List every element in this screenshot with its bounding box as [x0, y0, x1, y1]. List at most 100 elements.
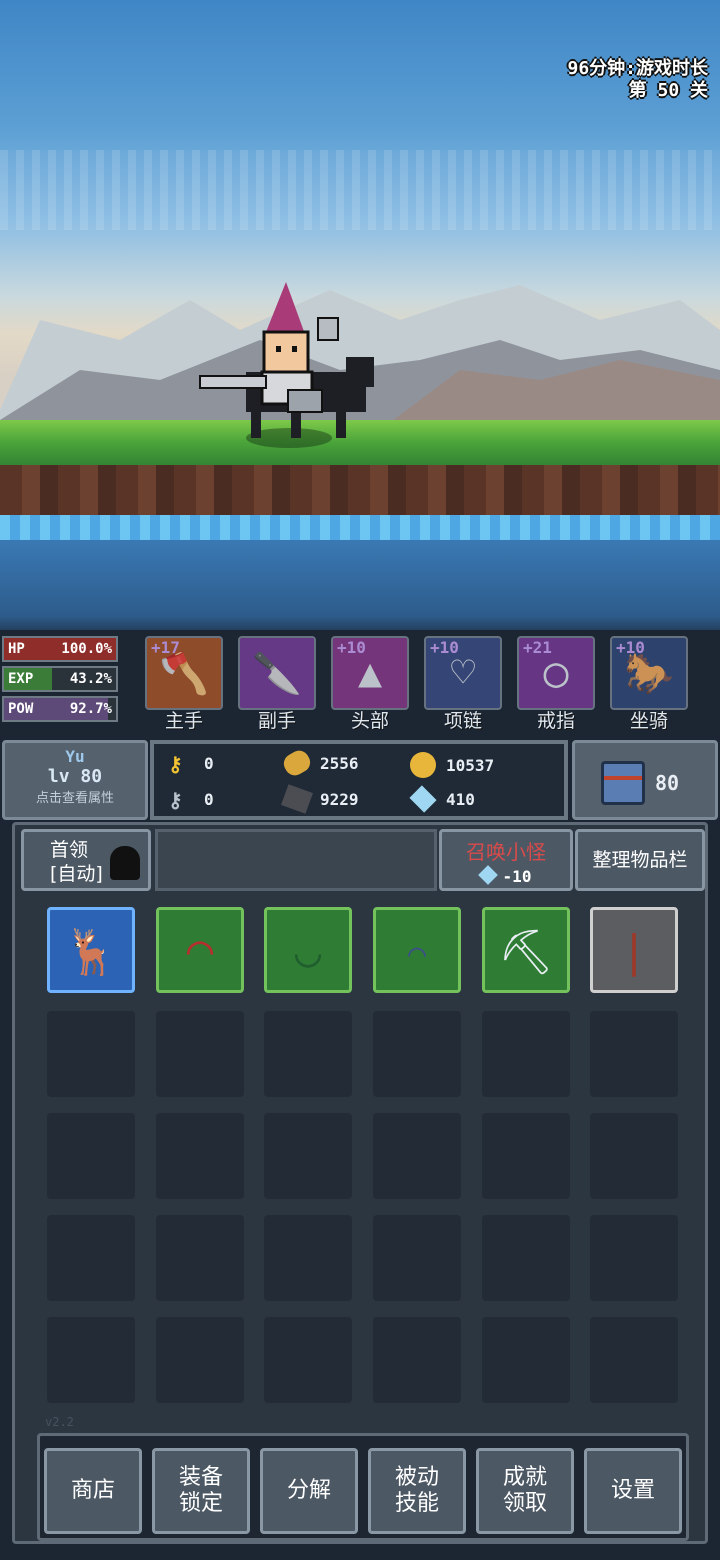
equip-label: 戒指: [536, 710, 575, 732]
equip-slot-frame: 🐎 +10: [610, 636, 688, 710]
equip-label: 坐骑: [629, 710, 668, 732]
inventory-slot-empty[interactable]: [590, 1113, 678, 1199]
player-level: lv 80: [47, 766, 103, 787]
red-hat-icon: ◠: [186, 926, 214, 977]
inventory-slot-empty[interactable]: [590, 1011, 678, 1097]
inventory-slot-empty[interactable]: [47, 1215, 135, 1301]
inventory-slot-empty[interactable]: [264, 1011, 352, 1097]
inventory-slot-empty[interactable]: [482, 1317, 570, 1403]
silver-key-icon: ⚷: [168, 788, 183, 812]
inventory-slot-empty[interactable]: [482, 1215, 570, 1301]
equip-slot-head[interactable]: ▲ +10 头部: [331, 636, 409, 732]
equip-level: +21: [523, 638, 552, 657]
gold-key-counter: ⚷ 0: [168, 752, 214, 776]
equip-label: 项链: [443, 710, 482, 732]
inventory-slot-empty[interactable]: [47, 1011, 135, 1097]
inventory-slot-empty[interactable]: [482, 1011, 570, 1097]
pow-label: POW: [8, 701, 34, 717]
bread-counter: 2556: [280, 746, 359, 780]
inventory-slot-empty[interactable]: [373, 1011, 461, 1097]
currency-panel: ⚷ 0 ⚷ 0 2556 9229 10537 410: [150, 740, 568, 820]
iron-ore-icon: [281, 784, 313, 814]
play-time: 96分钟:游戏时长: [567, 58, 708, 79]
equip-level: +10: [337, 638, 366, 657]
inventory-slot-empty[interactable]: [264, 1215, 352, 1301]
inventory-slot-empty[interactable]: [373, 1215, 461, 1301]
disassemble-button[interactable]: 分解: [260, 1448, 358, 1534]
hud-info: 96分钟:游戏时长 第 50 关: [567, 58, 708, 102]
inventory-slot-empty[interactable]: [156, 1215, 244, 1301]
inventory-slot-empty[interactable]: [156, 1011, 244, 1097]
coin-count: 10537: [446, 755, 495, 775]
inventory-slot[interactable]: ⛏: [482, 907, 570, 993]
exp-bar: EXP 43.2%: [2, 666, 118, 692]
equipment-lock-button[interactable]: 装备 锁定: [152, 1448, 250, 1534]
crystal-icon: [477, 865, 498, 885]
treasure-chest-button[interactable]: 80: [572, 740, 718, 820]
sort-inventory-button[interactable]: 整理物品栏: [575, 829, 705, 891]
equip-slot-ring[interactable]: ◯ +21 戒指: [517, 636, 595, 732]
pow-bar: POW 92.7%: [2, 696, 118, 722]
summon-cost: -10: [442, 865, 570, 886]
version-label: v2.2: [45, 1415, 74, 1429]
iron-count: 9229: [320, 789, 359, 809]
inventory-slot[interactable]: |: [590, 907, 678, 993]
inventory-slot[interactable]: ◠: [156, 907, 244, 993]
achievements-button[interactable]: 成就 领取: [476, 1448, 574, 1534]
silver-key-counter: ⚷ 0: [168, 788, 214, 812]
view-attributes-hint: 点击查看属性: [35, 791, 114, 806]
stage-number: 第 50 关: [628, 80, 708, 101]
inventory-slot-empty[interactable]: [482, 1113, 570, 1199]
dirt-strip: [0, 465, 720, 520]
inventory-slot[interactable]: ◡: [264, 907, 352, 993]
equip-slot-frame: ♡ +10: [424, 636, 502, 710]
equip-level: +10: [616, 638, 645, 657]
inventory-slot-empty[interactable]: [373, 1113, 461, 1199]
equip-level: +10: [430, 638, 459, 657]
inventory-slot-empty[interactable]: [590, 1317, 678, 1403]
crystal-icon: [409, 785, 437, 813]
equip-slot-frame: 🔪: [238, 636, 316, 710]
inventory-slot[interactable]: ⌒: [373, 907, 461, 993]
inventory-header-spacer: [155, 829, 437, 891]
settings-button[interactable]: 设置: [584, 1448, 682, 1534]
player-info-button[interactable]: Yu lv 80 点击查看属性: [2, 740, 148, 820]
bread-count: 2556: [320, 753, 359, 773]
equip-slot-main-hand[interactable]: 🪓 +17 主手: [145, 636, 223, 732]
inventory-slot-empty[interactable]: [264, 1317, 352, 1403]
axe-icon: 🪓: [159, 651, 209, 697]
equip-label: 副手: [257, 710, 296, 732]
horse-icon: 🐎: [624, 651, 674, 697]
equip-slot-off-hand[interactable]: 🔪 副手: [238, 636, 316, 732]
boss-auto-button[interactable]: 首领 [自动]: [21, 829, 151, 891]
summon-cost-value: -10: [502, 867, 532, 886]
pickaxe-icon: ⛏: [498, 927, 554, 978]
bread-icon: [280, 746, 314, 780]
passive-skills-button[interactable]: 被动 技能: [368, 1448, 466, 1534]
crystal-counter: 410: [409, 785, 475, 813]
inventory-slot-empty[interactable]: [590, 1215, 678, 1301]
equip-slot-frame: ▲ +10: [331, 636, 409, 710]
equip-slot-mount[interactable]: 🐎 +10 坐骑: [610, 636, 688, 732]
inventory-slot-empty[interactable]: [156, 1113, 244, 1199]
hp-bar: HP 100.0%: [2, 636, 118, 662]
inventory-slot[interactable]: 🦌: [47, 907, 135, 993]
deer-icon: 🦌: [63, 927, 119, 978]
hp-value: 100.0%: [61, 641, 112, 657]
equip-level: +17: [151, 638, 180, 657]
shop-button[interactable]: 商店: [44, 1448, 142, 1534]
iron-counter: 9229: [281, 784, 359, 814]
helmet-icon: ⌒: [407, 936, 427, 971]
hp-label: HP: [8, 641, 25, 657]
cleaver-icon: 🔪: [252, 651, 302, 697]
summon-title: 召唤小怪: [466, 840, 546, 864]
summon-monster-button[interactable]: 召唤小怪 -10: [439, 829, 573, 891]
battle-scene: 96分钟:游戏时长 第 50 关: [0, 0, 720, 630]
equip-slot-necklace[interactable]: ♡ +10 项链: [424, 636, 502, 732]
inventory-slot-empty[interactable]: [47, 1113, 135, 1199]
inventory-slot-empty[interactable]: [47, 1317, 135, 1403]
inventory-slot-empty[interactable]: [156, 1317, 244, 1403]
inventory-slot-empty[interactable]: [373, 1317, 461, 1403]
stat-bars: HP 100.0% EXP 43.2% POW 92.7%: [2, 636, 118, 726]
inventory-slot-empty[interactable]: [264, 1113, 352, 1199]
